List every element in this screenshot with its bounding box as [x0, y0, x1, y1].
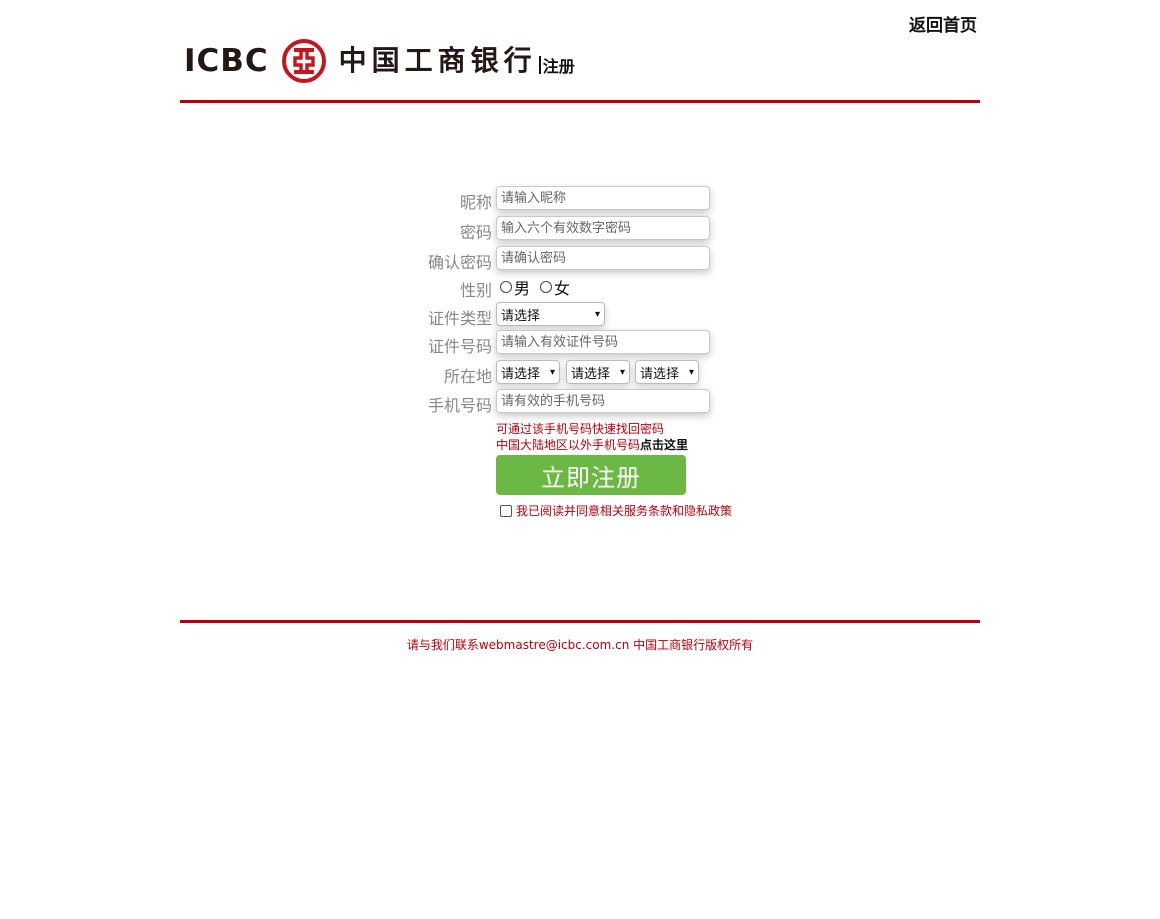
hint-foreign-link[interactable]: 点击这里	[640, 438, 688, 452]
location-label: 所在地	[443, 367, 492, 386]
id-type-value: 请选择	[501, 308, 541, 324]
province-value: 请选择	[501, 366, 541, 382]
home-link[interactable]: 返回首页	[909, 11, 977, 36]
gender-options: 男 女	[500, 275, 580, 299]
confirm-password-input[interactable]	[496, 246, 710, 270]
hint-foreign-text: 中国大陆地区以外手机号码	[496, 438, 641, 452]
password-row: 密码	[0, 216, 1160, 242]
logo-separator	[538, 56, 541, 74]
gender-female-radio[interactable]	[540, 281, 553, 293]
phone-label: 手机号码	[427, 396, 492, 415]
gender-label: 性别	[459, 281, 492, 300]
chevron-down-icon: ▾	[594, 308, 600, 320]
gender-male-radio[interactable]	[500, 281, 512, 293]
nickname-input[interactable]	[496, 186, 710, 210]
gender-row: 性别 男 女	[0, 274, 1160, 300]
password-input[interactable]	[496, 216, 710, 240]
confirm-password-label: 确认密码	[427, 253, 492, 272]
logo-en-text: ICBC	[184, 42, 269, 79]
id-type-select[interactable]: 请选择 ▾	[496, 302, 605, 326]
chevron-down-icon: ▾	[549, 366, 555, 378]
phone-row: 手机号码	[0, 389, 1160, 415]
district-select[interactable]: 请选择 ▾	[635, 360, 699, 384]
agree-text[interactable]: 我已阅读并同意相关服务条款和隐私政策	[516, 502, 732, 519]
register-button[interactable]: 立即注册	[496, 455, 686, 495]
id-number-label: 证件号码	[427, 337, 492, 356]
footer-text: 请与我们联系webmastre@icbc.com.cn 中国工商银行版权所有	[406, 638, 754, 652]
id-type-label: 证件类型	[427, 309, 492, 328]
chevron-down-icon: ▾	[688, 366, 694, 378]
icbc-logo-mark-icon	[281, 39, 326, 83]
city-select[interactable]: 请选择 ▾	[566, 360, 630, 384]
gender-female-label[interactable]: 女	[554, 275, 570, 299]
footer-divider	[180, 620, 980, 623]
agree-checkbox[interactable]	[500, 504, 512, 517]
hint-recover: 可通过该手机号码快速找回密码	[496, 422, 665, 436]
confirm-password-row: 确认密码	[0, 246, 1160, 272]
phone-input[interactable]	[496, 389, 710, 413]
gender-male-label[interactable]: 男	[514, 275, 530, 299]
page-subtitle: 注册	[542, 57, 575, 76]
header-divider	[180, 100, 980, 103]
location-row: 所在地 请选择 ▾ 请选择 ▾ 请选择 ▾	[0, 360, 1160, 386]
icbc-logo[interactable]: ICBC 中国工商银行 注册	[184, 38, 575, 84]
nickname-label: 昵称	[459, 193, 492, 212]
id-number-input[interactable]	[496, 330, 710, 354]
hint-foreign: 中国大陆地区以外手机号码点击这里	[496, 436, 688, 453]
province-select[interactable]: 请选择 ▾	[496, 360, 560, 384]
agree-row: 我已阅读并同意相关服务条款和隐私政策	[500, 502, 732, 519]
city-value: 请选择	[571, 366, 611, 382]
nickname-row: 昵称	[0, 186, 1160, 212]
chevron-down-icon: ▾	[619, 366, 625, 378]
district-value: 请选择	[640, 366, 680, 382]
logo-cn-text: 中国工商银行	[338, 44, 537, 77]
id-number-row: 证件号码	[0, 330, 1160, 356]
id-type-row: 证件类型 请选择 ▾	[0, 302, 1160, 328]
password-label: 密码	[459, 223, 492, 242]
header: 返回首页 ICBC 中国工商银行 注册	[180, 0, 980, 104]
